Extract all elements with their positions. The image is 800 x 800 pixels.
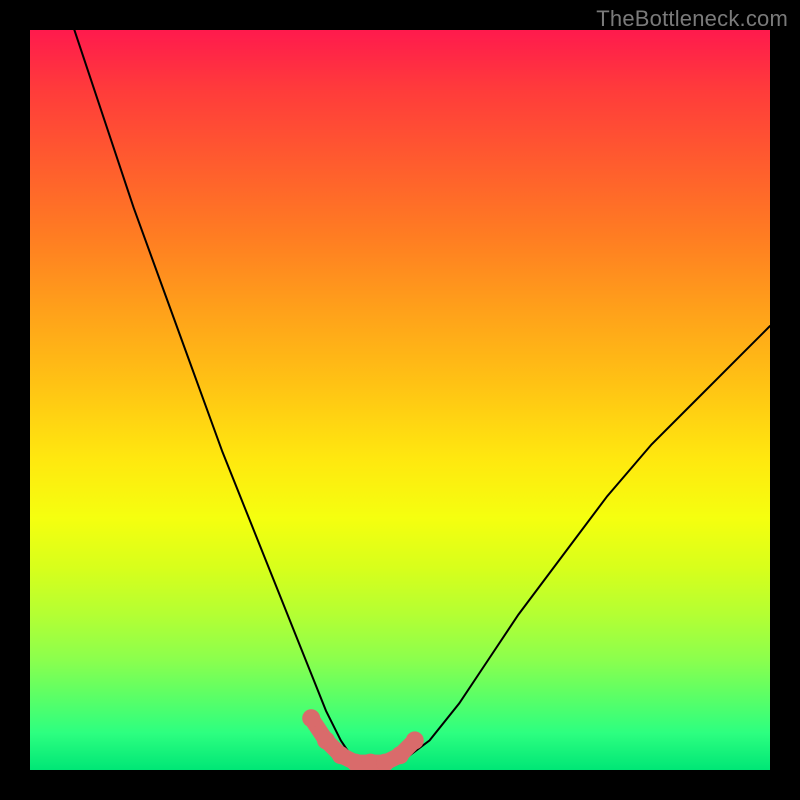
watermark-text: TheBottleneck.com [596, 6, 788, 32]
bottleneck-curve [74, 30, 770, 770]
chart-frame: TheBottleneck.com [0, 0, 800, 800]
plot-area [30, 30, 770, 770]
highlight-dot [391, 746, 409, 764]
highlight-dot [406, 731, 424, 749]
highlight-dot [317, 731, 335, 749]
highlight-dot [302, 709, 320, 727]
curve-layer [30, 30, 770, 770]
